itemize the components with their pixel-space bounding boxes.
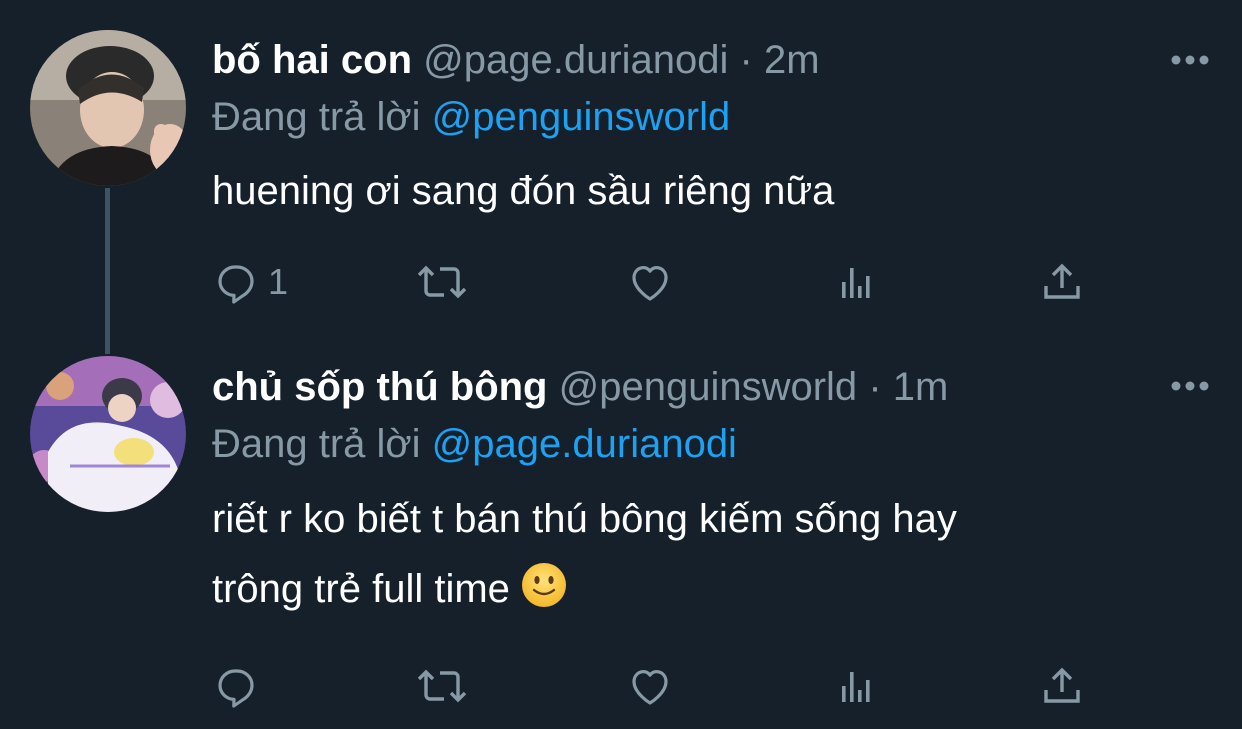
retweet-button[interactable] [414,658,470,714]
tweet-text-line: riết r ko biết t bán thú bông kiếm sống … [212,497,957,541]
tweet[interactable]: chủ sốp thú bông @penguinsworld · 1m Đan… [0,340,1242,729]
user-handle[interactable]: @page.durianodi [423,38,728,82]
timestamp[interactable]: 2m [764,38,820,82]
avatar[interactable] [30,356,186,512]
share-icon [1038,258,1086,306]
mention-link[interactable]: @page.durianodi [432,422,737,466]
analytics-icon [832,258,880,306]
tweet-text-line: trông trẻ full time [212,567,510,611]
tweet-text-line-2: trông trẻ full time [212,554,1192,624]
reply-button[interactable]: 1 [212,254,288,310]
like-icon [626,662,674,710]
tweet-text: huening ơi sang đón sầu riêng nữa [212,169,835,213]
retweet-icon [414,258,470,306]
tweet-actions: 1 [212,254,1112,310]
tweet-actions [212,658,1112,714]
share-button[interactable] [1038,254,1086,310]
user-handle[interactable]: @penguinsworld [559,365,858,409]
replying-to-label: Đang trả lời [212,95,421,139]
display-name[interactable]: bố hai con [212,38,412,82]
avatar[interactable] [30,30,186,186]
more-options-icon[interactable] [1168,50,1212,70]
replying-to-label: Đang trả lời [212,422,421,466]
analytics-button[interactable] [832,254,880,310]
thread-connector [105,188,110,354]
like-button[interactable] [626,658,674,714]
analytics-button[interactable] [832,658,880,714]
reply-icon [212,662,260,710]
mention-link[interactable]: @penguinsworld [432,95,731,139]
retweet-icon [414,662,470,710]
tweet-header: bố hai con @page.durianodi · 2m [212,35,820,85]
replying-to: Đang trả lời @page.durianodi [212,419,737,469]
share-button[interactable] [1038,658,1086,714]
analytics-icon [832,662,880,710]
replying-to: Đang trả lời @penguinsworld [212,92,730,142]
slightly-smiling-face-emoji [521,560,567,607]
timestamp[interactable]: 1m [893,365,949,409]
like-icon [626,258,674,306]
tweet-text: riết r ko biết t bán thú bông kiếm sống … [212,484,1192,624]
display-name[interactable]: chủ sốp thú bông [212,365,548,409]
reply-button[interactable] [212,658,268,714]
more-options-icon[interactable] [1168,376,1212,396]
separator-dot: · [739,38,753,82]
tweet-header: chủ sốp thú bông @penguinsworld · 1m [212,362,948,412]
retweet-button[interactable] [414,254,470,310]
tweet[interactable]: bố hai con @page.durianodi · 2m Đang trả… [0,0,1242,354]
like-button[interactable] [626,254,674,310]
separator-dot: · [868,365,882,409]
reply-count: 1 [268,261,289,302]
share-icon [1038,662,1086,710]
reply-icon [212,258,260,306]
